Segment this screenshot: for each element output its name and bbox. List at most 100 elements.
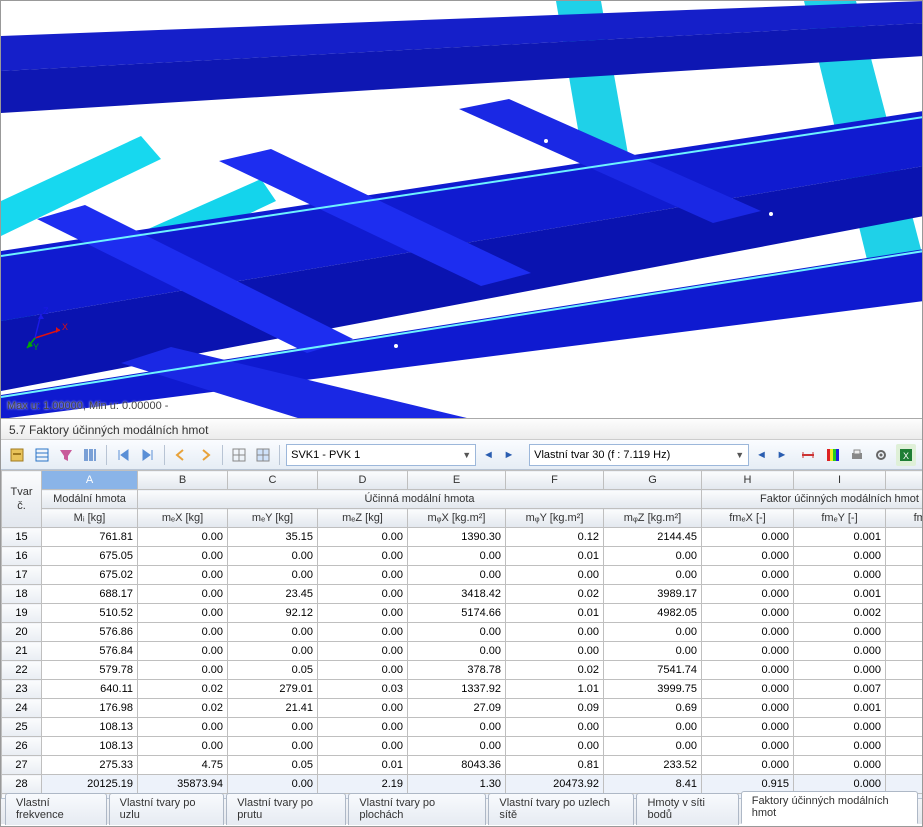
cell[interactable]: 0.000 bbox=[702, 585, 794, 604]
cell[interactable]: 0.000 bbox=[794, 566, 886, 585]
bottom-tab[interactable]: Vlastní tvary po prutu bbox=[226, 793, 346, 825]
col-fmez[interactable]: fmₑZ [-] bbox=[886, 509, 923, 528]
cell[interactable]: 0.001 bbox=[794, 528, 886, 547]
cell[interactable]: 0.002 bbox=[794, 604, 886, 623]
col-mi[interactable]: Mᵢ [kg] bbox=[42, 509, 138, 528]
col-fmex[interactable]: fmₑX [-] bbox=[702, 509, 794, 528]
cell[interactable]: 0.000 bbox=[886, 547, 923, 566]
mode-shape-dropdown[interactable]: Vlastní tvar 30 (f : 7.119 Hz) ▼ bbox=[529, 444, 749, 466]
cell[interactable]: 23.45 bbox=[228, 585, 318, 604]
cell[interactable]: 0.001 bbox=[794, 699, 886, 718]
cell[interactable]: 0.00 bbox=[138, 737, 228, 756]
tool-last-icon[interactable] bbox=[138, 444, 158, 466]
cell[interactable]: 378.78 bbox=[408, 661, 506, 680]
cell[interactable]: 0.00 bbox=[506, 623, 604, 642]
cell[interactable]: 21.41 bbox=[228, 699, 318, 718]
cell-mi[interactable]: 20125.19 bbox=[42, 775, 138, 794]
tool-forward-icon[interactable] bbox=[195, 444, 215, 466]
col-letter[interactable]: A bbox=[42, 471, 138, 490]
col-tvar[interactable]: Tvar č. bbox=[2, 471, 42, 528]
cell[interactable]: 0.12 bbox=[506, 528, 604, 547]
col-letter[interactable]: H bbox=[702, 471, 794, 490]
col-fmey[interactable]: fmₑY [-] bbox=[794, 509, 886, 528]
row-index[interactable]: 20 bbox=[2, 623, 42, 642]
row-index[interactable]: 16 bbox=[2, 547, 42, 566]
cell[interactable]: 0.00 bbox=[408, 623, 506, 642]
row-index[interactable]: 18 bbox=[2, 585, 42, 604]
mode-prev-icon[interactable]: ◄ bbox=[753, 444, 770, 466]
cell[interactable]: 0.00 bbox=[408, 718, 506, 737]
load-case-dropdown[interactable]: SVK1 - PVK 1 ▼ bbox=[286, 444, 476, 466]
cell[interactable]: 0.02 bbox=[506, 661, 604, 680]
cell[interactable]: 0.000 bbox=[702, 604, 794, 623]
cell[interactable]: 0.00 bbox=[506, 718, 604, 737]
col-letter[interactable]: E bbox=[408, 471, 506, 490]
cell[interactable]: 0.00 bbox=[318, 604, 408, 623]
cell-mi[interactable]: 675.02 bbox=[42, 566, 138, 585]
cell[interactable]: 0.00 bbox=[318, 718, 408, 737]
cell[interactable]: 0.00 bbox=[228, 566, 318, 585]
results-table-wrap[interactable]: Tvar č. A B C D E F G H I J Modální hmot… bbox=[1, 470, 922, 798]
cell[interactable]: 0.02 bbox=[506, 585, 604, 604]
cell[interactable]: 1.01 bbox=[506, 680, 604, 699]
cell-mi[interactable]: 576.84 bbox=[42, 642, 138, 661]
cell[interactable]: 8043.36 bbox=[408, 756, 506, 775]
cell[interactable]: 0.00 bbox=[604, 547, 702, 566]
table-row[interactable]: 15761.810.0035.150.001390.300.122144.450… bbox=[2, 528, 923, 547]
row-index[interactable]: 19 bbox=[2, 604, 42, 623]
table-row[interactable]: 21576.840.000.000.000.000.000.000.0000.0… bbox=[2, 642, 923, 661]
cell[interactable]: 0.05 bbox=[228, 756, 318, 775]
table-row[interactable]: 23640.110.02279.010.031337.921.013999.75… bbox=[2, 680, 923, 699]
cell[interactable]: 4.75 bbox=[138, 756, 228, 775]
tool-print-icon[interactable] bbox=[847, 444, 867, 466]
cell[interactable]: 0.00 bbox=[138, 547, 228, 566]
cell[interactable]: 5174.66 bbox=[408, 604, 506, 623]
row-index[interactable]: 15 bbox=[2, 528, 42, 547]
cell[interactable]: 0.000 bbox=[886, 623, 923, 642]
cell[interactable]: 0.000 bbox=[886, 718, 923, 737]
table-row[interactable]: 26108.130.000.000.000.000.000.000.0000.0… bbox=[2, 737, 923, 756]
cell[interactable]: 279.01 bbox=[228, 680, 318, 699]
cell[interactable]: 0.000 bbox=[702, 699, 794, 718]
col-letter[interactable]: G bbox=[604, 471, 702, 490]
cell[interactable]: 0.000 bbox=[794, 642, 886, 661]
cell[interactable]: 0.00 bbox=[318, 661, 408, 680]
cell[interactable]: 0.000 bbox=[702, 642, 794, 661]
tool-back-icon[interactable] bbox=[171, 444, 191, 466]
cell[interactable]: 0.000 bbox=[702, 737, 794, 756]
cell-mi[interactable]: 579.78 bbox=[42, 661, 138, 680]
cell[interactable]: 0.000 bbox=[794, 661, 886, 680]
cell-mi[interactable]: 576.86 bbox=[42, 623, 138, 642]
cell[interactable]: 0.001 bbox=[794, 585, 886, 604]
cell[interactable]: 0.00 bbox=[318, 699, 408, 718]
cell[interactable]: 0.000 bbox=[702, 528, 794, 547]
cell[interactable]: 0.03 bbox=[318, 680, 408, 699]
cell[interactable]: 0.02 bbox=[138, 699, 228, 718]
cell-mi[interactable]: 275.33 bbox=[42, 756, 138, 775]
cell[interactable]: 0.01 bbox=[318, 756, 408, 775]
cell[interactable]: 0.000 bbox=[794, 547, 886, 566]
cell[interactable]: 0.00 bbox=[138, 604, 228, 623]
cell-mi[interactable]: 688.17 bbox=[42, 585, 138, 604]
cell[interactable]: 7541.74 bbox=[604, 661, 702, 680]
cell[interactable]: 0.81 bbox=[506, 756, 604, 775]
cell-mi[interactable]: 640.11 bbox=[42, 680, 138, 699]
tool-columns-icon[interactable] bbox=[80, 444, 100, 466]
cell[interactable]: 0.00 bbox=[138, 528, 228, 547]
cell-mi[interactable]: 675.05 bbox=[42, 547, 138, 566]
cell[interactable]: 0.00 bbox=[318, 623, 408, 642]
table-row[interactable]: 18688.170.0023.450.003418.420.023989.170… bbox=[2, 585, 923, 604]
table-row[interactable]: 20576.860.000.000.000.000.000.000.0000.0… bbox=[2, 623, 923, 642]
lc-next-icon[interactable]: ► bbox=[501, 444, 518, 466]
cell[interactable]: 0.000 bbox=[702, 623, 794, 642]
col-mpx[interactable]: mᵩX [kg.m²] bbox=[408, 509, 506, 528]
cell[interactable]: 0.00 bbox=[408, 642, 506, 661]
cell[interactable]: 0.000 bbox=[702, 547, 794, 566]
cell[interactable]: 0.00 bbox=[318, 547, 408, 566]
tool-excel-icon[interactable]: X bbox=[896, 444, 916, 466]
col-mpz[interactable]: mᵩZ [kg.m²] bbox=[604, 509, 702, 528]
row-index[interactable]: 21 bbox=[2, 642, 42, 661]
row-index[interactable]: 26 bbox=[2, 737, 42, 756]
cell[interactable]: 0.00 bbox=[318, 528, 408, 547]
cell[interactable]: 0.000 bbox=[794, 623, 886, 642]
